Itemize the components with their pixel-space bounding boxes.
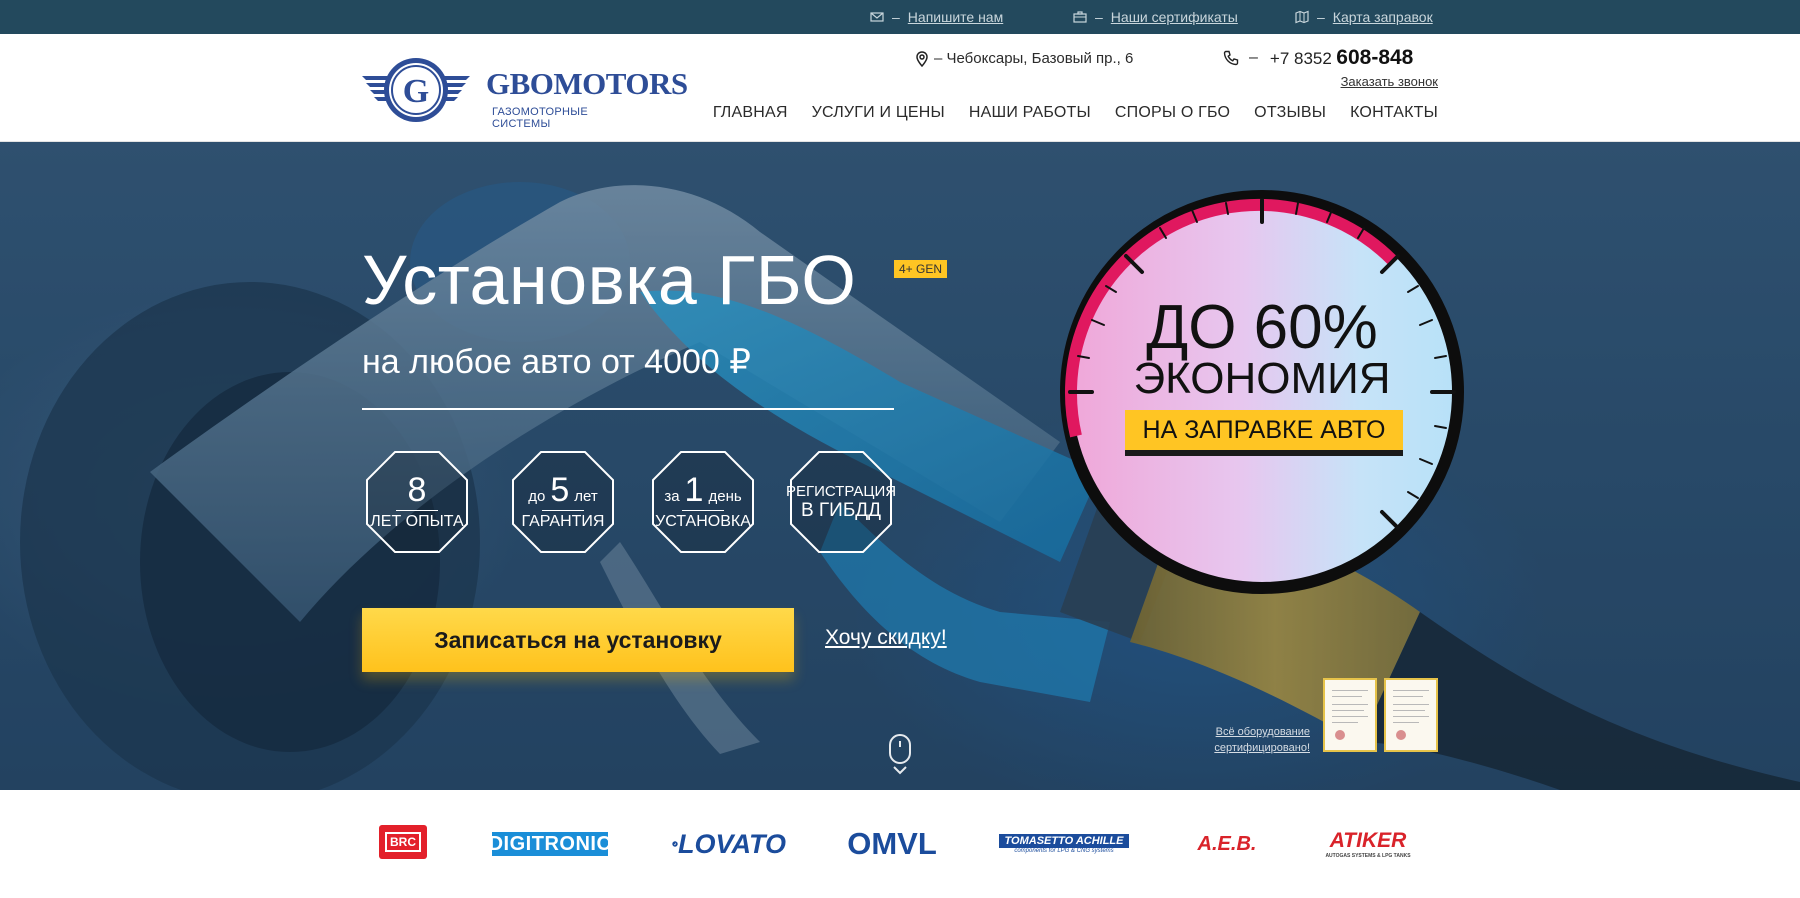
aeb-logo: A.E.B. [1197,832,1257,855]
omvl-logo: OMVL [847,826,937,861]
feature-number: 5 [550,471,570,509]
logo-tagline: ГАЗОМОТОРНЫЕ СИСТЕМЫ [492,106,588,130]
stations-map-label[interactable]: Карта заправок [1333,9,1433,25]
feature-number: 8 [407,471,427,509]
map-pin-icon [916,50,928,67]
cert-note[interactable]: Всё оборудование сертифицировано! [1190,724,1310,756]
callback-link[interactable]: Заказать звонок [1341,74,1438,89]
phone-separator: – [1249,49,1258,66]
nav-item-contacts[interactable]: КОНТАКТЫ [1350,104,1438,142]
feature-label: УСТАНОВКА [655,513,751,530]
feature-number: 1 [684,471,704,509]
feature-post: день [708,488,742,505]
lovato-logo: LOVATO [672,826,786,862]
separator: – [1317,9,1325,25]
atiker-logo: ATIKER AUTOGAS SYSTEMS & LPG TANKS [1325,829,1411,859]
feature-label: ГАРАНТИЯ [521,513,605,530]
gen-badge: 4+ GEN [894,260,948,278]
certificates-label[interactable]: Наши сертификаты [1111,9,1238,25]
main-nav: ГЛАВНАЯ УСЛУГИ И ЦЕНЫ НАШИ РАБОТЫ СПОРЫ … [713,104,1438,154]
logo-emblem-icon: G [362,58,470,122]
savings-percent: ДО 60% [1146,293,1378,362]
envelope-icon [870,12,884,22]
top-bar: – Напишите нам – Наши сертификаты – Карт… [0,0,1800,34]
fuel-nozzle-background [0,142,1800,790]
feature-pre: до [528,488,546,505]
write-us-label[interactable]: Напишите нам [908,9,1003,25]
brc-logo: BRC [379,825,427,859]
nav-item-home[interactable]: ГЛАВНАЯ [713,104,826,154]
logo-letter: G [403,73,429,110]
feature-line1: РЕГИСТРАЦИЯ [785,482,897,500]
map-icon [1295,10,1309,24]
address-text: – Чебоксары, Базовый пр., 6 [934,50,1134,67]
scroll-down-icon[interactable] [887,734,913,776]
nav-item-services[interactable]: УСЛУГИ И ЦЕНЫ [812,104,945,142]
feature-install-time: за 1 день УСТАНОВКА [651,450,755,554]
phone-icon [1223,50,1239,66]
phone-number[interactable]: +7 8352 608-848 [1267,46,1416,70]
separator: – [1095,9,1103,25]
site-header: G GBOMOTORS ГАЗОМОТОРНЫЕ СИСТЕМЫ – Чебок… [0,34,1800,154]
tomasetto-logo: TOMASETTO ACHILLE components for LPG & C… [997,826,1131,862]
nav-item-disputes[interactable]: СПОРЫ О ГБО [1115,104,1230,142]
feature-post: лет [574,488,598,505]
feature-registration: РЕГИСТРАЦИЯ В ГИБДД [785,450,897,554]
hero-section: Установка ГБО 4+ GEN на любое авто от 40… [0,142,1800,790]
phone-main: 608-848 [1336,46,1414,69]
gas-station-badge: НА ЗАПРАВКЕ АВТО [1125,410,1403,456]
separator: – [892,9,900,25]
hero-title: Установка ГБО [362,241,857,319]
feature-experience: 8 ЛЕТ ОПЫТА [365,450,469,554]
hero-subtitle: на любое авто от 4000 ₽ [362,343,751,381]
nav-item-reviews[interactable]: ОТЗЫВЫ [1254,104,1326,142]
certificate-thumb-2[interactable] [1384,678,1438,752]
address: – Чебоксары, Базовый пр., 6 [914,50,1133,67]
signup-install-button[interactable]: Записаться на установку [362,608,794,672]
certificate-thumb-1[interactable] [1323,678,1377,752]
nav-item-works[interactable]: НАШИ РАБОТЫ [969,104,1091,142]
phone-prefix: +7 8352 [1269,49,1332,68]
feature-pre: за [664,488,680,505]
feature-label: ЛЕТ ОПЫТА [370,513,464,530]
gbomotors-logo[interactable]: G GBOMOTORS ГАЗОМОТОРНЫЕ СИСТЕМЫ [360,56,688,130]
feature-line2: В ГИБДД [800,499,882,521]
phone-block[interactable]: – +7 8352 608-848 [1223,46,1416,70]
digitronic-logo: DIGITRONIC [488,832,612,856]
savings-label: ЭКОНОМИЯ [1133,354,1391,403]
brands-strip: BRC DIGITRONIC LOVATO OMVL TOMASETTO ACH… [0,790,1800,898]
discount-link[interactable]: Хочу скидку! [825,626,947,650]
logo-name: GBOMOTORS [486,66,688,101]
hero-divider [362,408,894,410]
certificates-link[interactable]: – Наши сертификаты [1073,8,1238,26]
write-us-link[interactable]: – Напишите нам [870,8,1003,26]
feature-warranty: до 5 лет ГАРАНТИЯ [511,450,615,554]
stations-map-link[interactable]: – Карта заправок [1295,8,1433,26]
briefcase-icon [1073,11,1087,23]
